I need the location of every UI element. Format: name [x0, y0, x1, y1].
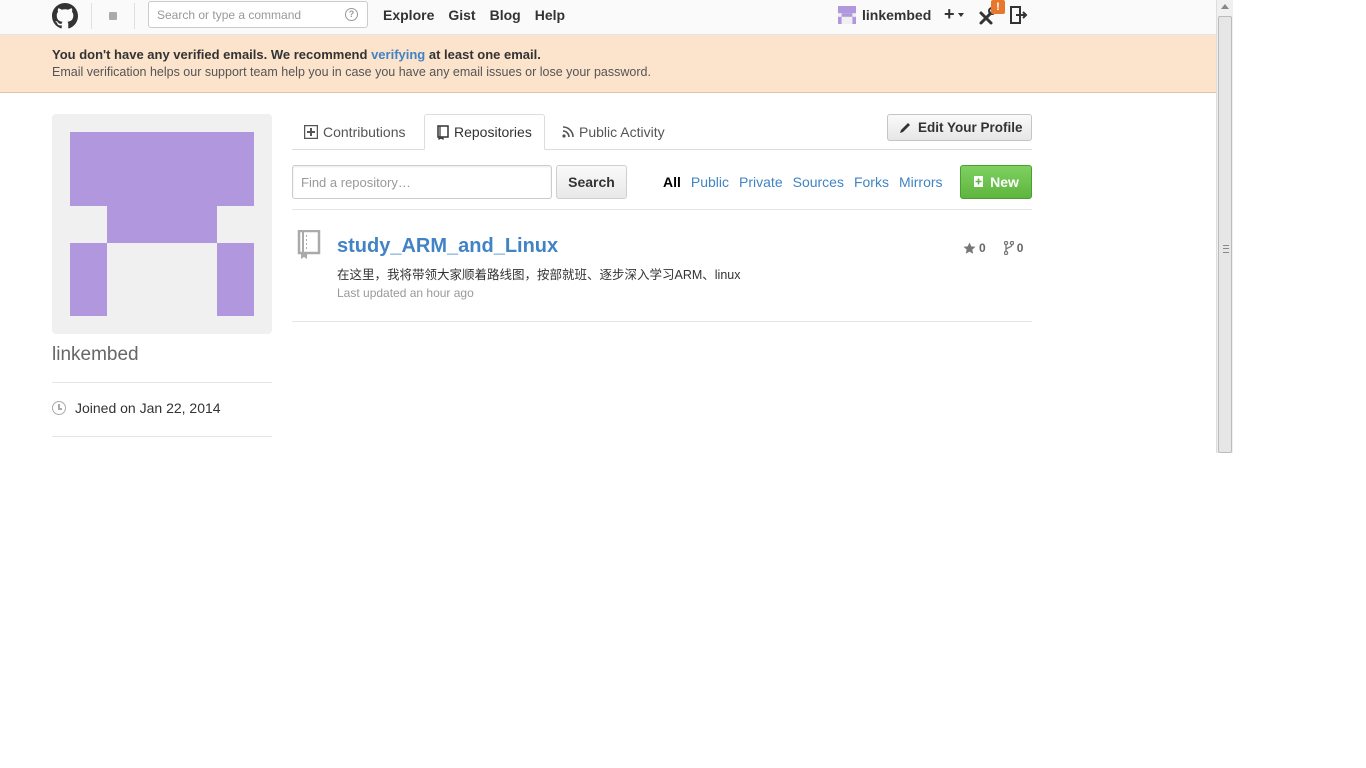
- email-verification-flash: You don't have any verified emails. We r…: [0, 35, 1216, 93]
- browser-viewport: ? Explore Gist Blog Help linkembed + !: [0, 0, 1233, 453]
- context-indicator[interactable]: [91, 3, 135, 29]
- caret-down-icon: [957, 13, 964, 18]
- scroll-up-arrow-icon[interactable]: [1221, 4, 1229, 9]
- nav-help[interactable]: Help: [535, 7, 565, 23]
- repo-type-filters: All Public Private Sources Forks Mirrors: [663, 174, 943, 190]
- stars-count[interactable]: 0: [963, 241, 986, 255]
- repo-book-icon: [437, 124, 449, 140]
- new-button-label: New: [990, 174, 1019, 190]
- join-date: Joined on Jan 22, 2014: [52, 400, 221, 416]
- header-username[interactable]: linkembed: [862, 7, 931, 23]
- filter-divider: [292, 209, 1032, 210]
- avatar-block: [70, 132, 254, 206]
- flash-prefix: You don't have any verified emails. We r…: [52, 47, 368, 62]
- repo-stats: 0 0: [963, 241, 1023, 255]
- filter-public[interactable]: Public: [691, 174, 729, 190]
- flash-line-2: Email verification helps our support tea…: [52, 65, 651, 79]
- profile-avatar[interactable]: [52, 114, 272, 334]
- contributions-icon: [304, 125, 318, 139]
- nav-gist[interactable]: Gist: [448, 7, 475, 23]
- repo-icon: [297, 230, 321, 259]
- rss-icon: [562, 126, 574, 138]
- repo-description: 在这里，我将带领大家顺着路线图，按部就班、逐步深入学习ARM、linux: [337, 268, 741, 282]
- filter-private[interactable]: Private: [739, 174, 783, 190]
- star-icon: [963, 242, 976, 254]
- avatar-block: [217, 243, 254, 316]
- new-repo-icon: [974, 176, 984, 187]
- forks-count[interactable]: 0: [1003, 241, 1024, 255]
- fork-icon: [1003, 241, 1014, 255]
- scrollbar-thumb[interactable]: [1218, 16, 1232, 453]
- site-header: ? Explore Gist Blog Help linkembed + !: [0, 0, 1216, 35]
- forks-count-value: 0: [1016, 241, 1024, 255]
- vertical-scrollbar[interactable]: [1216, 0, 1233, 453]
- command-input[interactable]: [149, 2, 334, 27]
- github-logo-icon[interactable]: [52, 3, 78, 29]
- filter-sources[interactable]: Sources: [793, 174, 844, 190]
- notification-alert-badge[interactable]: !: [991, 0, 1005, 14]
- profile-username: linkembed: [52, 344, 139, 365]
- pencil-icon: [900, 122, 910, 133]
- top-nav: Explore Gist Blog Help: [383, 7, 565, 23]
- command-bar[interactable]: ?: [148, 1, 368, 28]
- repo-name-link[interactable]: study_ARM_and_Linux: [337, 235, 558, 258]
- search-button[interactable]: Search: [556, 165, 627, 199]
- edit-profile-button[interactable]: Edit Your Profile: [887, 114, 1032, 141]
- repo-updated: Last updated an hour ago: [337, 286, 474, 300]
- flash-suffix: at least one email.: [428, 47, 541, 62]
- repo-divider: [292, 321, 1032, 322]
- nav-explore[interactable]: Explore: [383, 7, 434, 23]
- nav-blog[interactable]: Blog: [490, 7, 521, 23]
- filter-all[interactable]: All: [663, 174, 681, 190]
- context-dot-icon: [109, 12, 117, 20]
- tab-public-activity-label: Public Activity: [579, 124, 665, 140]
- flash-line-1: You don't have any verified emails. We r…: [52, 47, 1164, 62]
- verify-email-link[interactable]: verifying: [371, 47, 425, 62]
- filter-mirrors[interactable]: Mirrors: [899, 174, 943, 190]
- user-menu[interactable]: linkembed: [838, 6, 931, 24]
- divider: [52, 436, 272, 437]
- tab-contributions-label: Contributions: [323, 124, 406, 140]
- join-date-text: Joined on Jan 22, 2014: [75, 400, 221, 416]
- edit-profile-label: Edit Your Profile: [918, 120, 1023, 135]
- sign-out-icon[interactable]: [1010, 5, 1028, 25]
- avatar-block: [107, 206, 217, 243]
- avatar-block: [70, 243, 107, 316]
- find-repository-input[interactable]: [292, 165, 552, 199]
- stars-count-value: 0: [979, 241, 986, 255]
- filter-forks[interactable]: Forks: [854, 174, 889, 190]
- tab-contributions[interactable]: Contributions: [292, 114, 418, 150]
- clock-icon: [52, 401, 66, 415]
- scrollbar-grip-icon: [1223, 245, 1229, 253]
- new-repository-button[interactable]: New: [960, 165, 1032, 199]
- create-new-menu[interactable]: +: [944, 4, 964, 25]
- plus-icon: +: [944, 4, 955, 24]
- tab-repositories[interactable]: Repositories: [424, 114, 545, 150]
- user-avatar-icon: [838, 6, 856, 24]
- tab-public-activity[interactable]: Public Activity: [550, 114, 677, 150]
- tab-repositories-label: Repositories: [454, 124, 532, 140]
- help-question-icon[interactable]: ?: [345, 8, 358, 21]
- divider: [52, 382, 272, 383]
